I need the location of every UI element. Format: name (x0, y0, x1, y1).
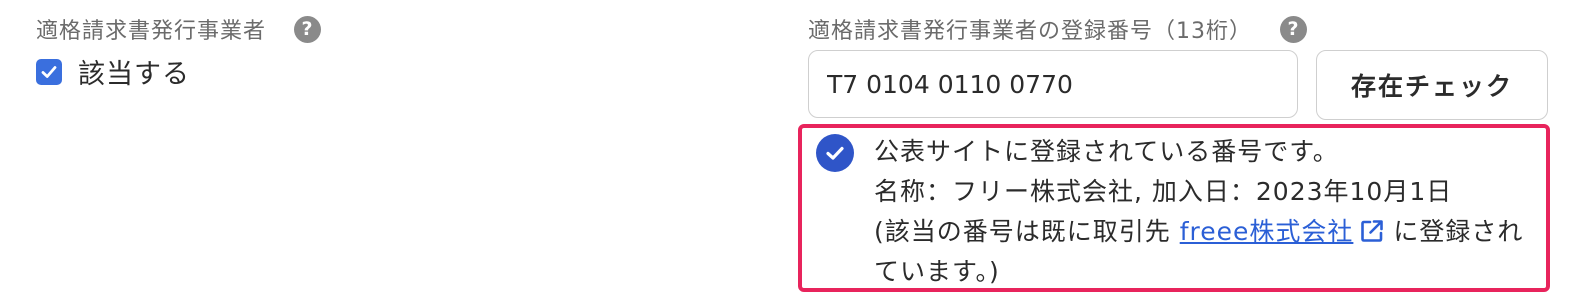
question-circle-icon[interactable]: ? (1280, 15, 1307, 43)
checkmark-icon (41, 65, 57, 78)
result-status-line: 公表サイトに登録されている番号です。 (874, 137, 1339, 166)
result-partner-prefix: (該当の番号は既に取引先 (874, 217, 1180, 246)
external-link-icon[interactable] (1359, 218, 1385, 244)
partner-link[interactable]: freee株式会社 (1180, 217, 1354, 246)
registration-number-label: 適格請求書発行事業者の登録番号（13桁） (808, 19, 1252, 44)
result-partner-line: (該当の番号は既に取引先 freee株式会社 に登録されています。) (874, 212, 1542, 288)
registration-number-input[interactable] (808, 50, 1298, 118)
registration-result-box: 公表サイトに登録されている番号です。 名称：フリー株式会社, 加入日：2023年… (798, 124, 1550, 292)
check-circle-icon (816, 134, 854, 172)
registration-result-text: 公表サイトに登録されている番号です。 名称：フリー株式会社, 加入日：2023年… (874, 132, 1542, 288)
registration-input-row: 存在チェック (808, 50, 1552, 120)
qualified-issuer-label: 適格請求書発行事業者 (36, 19, 267, 44)
registration-number-section: 適格請求書発行事業者の登録番号（13桁） ? 存在チェック (808, 14, 1552, 120)
existence-check-button[interactable]: 存在チェック (1316, 50, 1548, 120)
qualified-issuer-label-row: 適格請求書発行事業者 ? (36, 14, 322, 44)
qualified-issuer-checkbox-label: 該当する (78, 59, 190, 90)
form-root: 適格請求書発行事業者 ? 該当する 適格請求書発行事業者の登録番号（13桁） ?… (0, 0, 1584, 296)
qualified-issuer-checkbox-row[interactable]: 該当する (36, 52, 321, 91)
result-detail-line: 名称：フリー株式会社, 加入日：2023年10月1日 (874, 177, 1453, 206)
registration-number-label-row: 適格請求書発行事業者の登録番号（13桁） ? (808, 14, 1552, 44)
question-circle-icon[interactable]: ? (294, 15, 322, 43)
qualified-issuer-checkbox[interactable] (36, 58, 62, 85)
qualified-issuer-section: 適格請求書発行事業者 ? 該当する (36, 14, 322, 91)
